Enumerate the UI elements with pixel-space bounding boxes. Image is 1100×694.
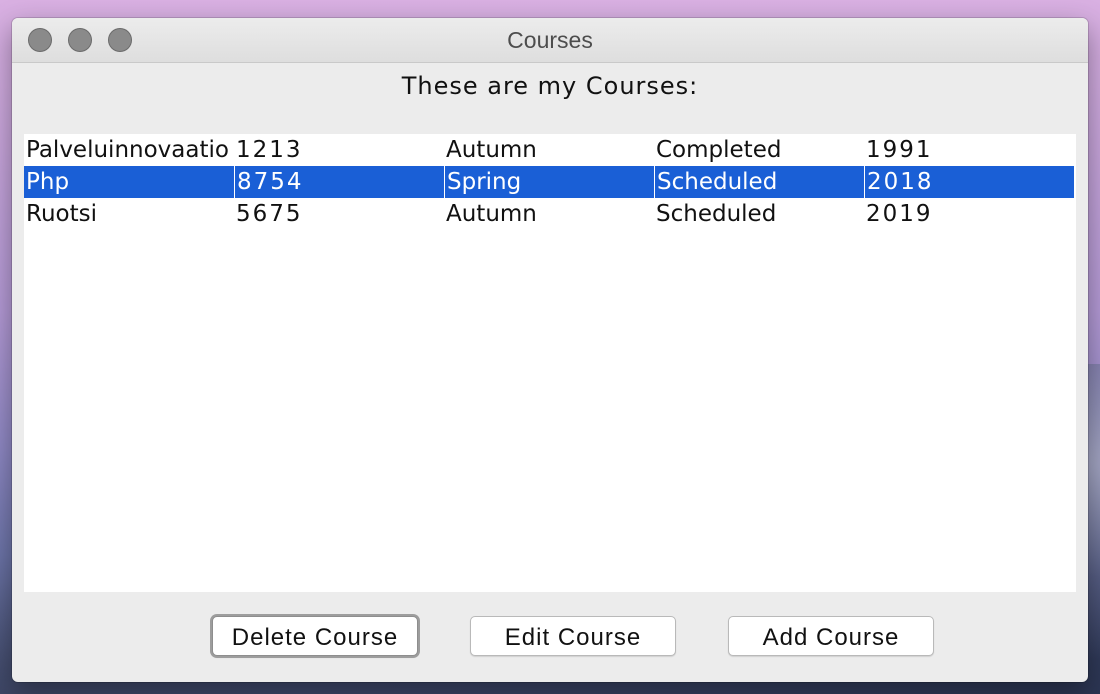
course-year: 1991 (866, 137, 933, 163)
course-name: Ruotsi (26, 201, 97, 227)
course-row-ruotsi[interactable]: Ruotsi 5675 Autumn Scheduled 2019 (24, 198, 1074, 230)
courses-window: Courses These are my Courses: Palveluinn… (12, 18, 1088, 682)
course-year: 2018 (864, 166, 1074, 198)
course-semester: Autumn (446, 201, 537, 227)
course-semester: Spring (444, 166, 654, 198)
course-list[interactable]: Palveluinnovaatio 1213 Autumn Completed … (24, 134, 1076, 592)
title-bar[interactable]: Courses (12, 18, 1088, 63)
course-row-palveluinnovaatio[interactable]: Palveluinnovaatio 1213 Autumn Completed … (24, 134, 1074, 166)
course-code: 5675 (236, 201, 303, 227)
course-code: 8754 (234, 166, 444, 198)
course-status: Scheduled (656, 201, 777, 227)
delete-course-button[interactable]: Delete Course (212, 616, 418, 656)
edit-course-button[interactable]: Edit Course (470, 616, 676, 656)
course-status: Scheduled (654, 166, 864, 198)
window-title: Courses (507, 27, 593, 53)
course-year: 2019 (866, 201, 933, 227)
course-code: 1213 (236, 137, 303, 163)
course-status: Completed (656, 137, 782, 163)
page-heading: These are my Courses: (401, 72, 699, 100)
course-semester: Autumn (446, 137, 537, 163)
course-name: Php (26, 169, 70, 195)
add-course-button[interactable]: Add Course (728, 616, 934, 656)
course-name: Palveluinnovaatio (26, 137, 229, 163)
course-row-php[interactable]: Php 8754 Spring Scheduled 2018 (24, 166, 1074, 198)
